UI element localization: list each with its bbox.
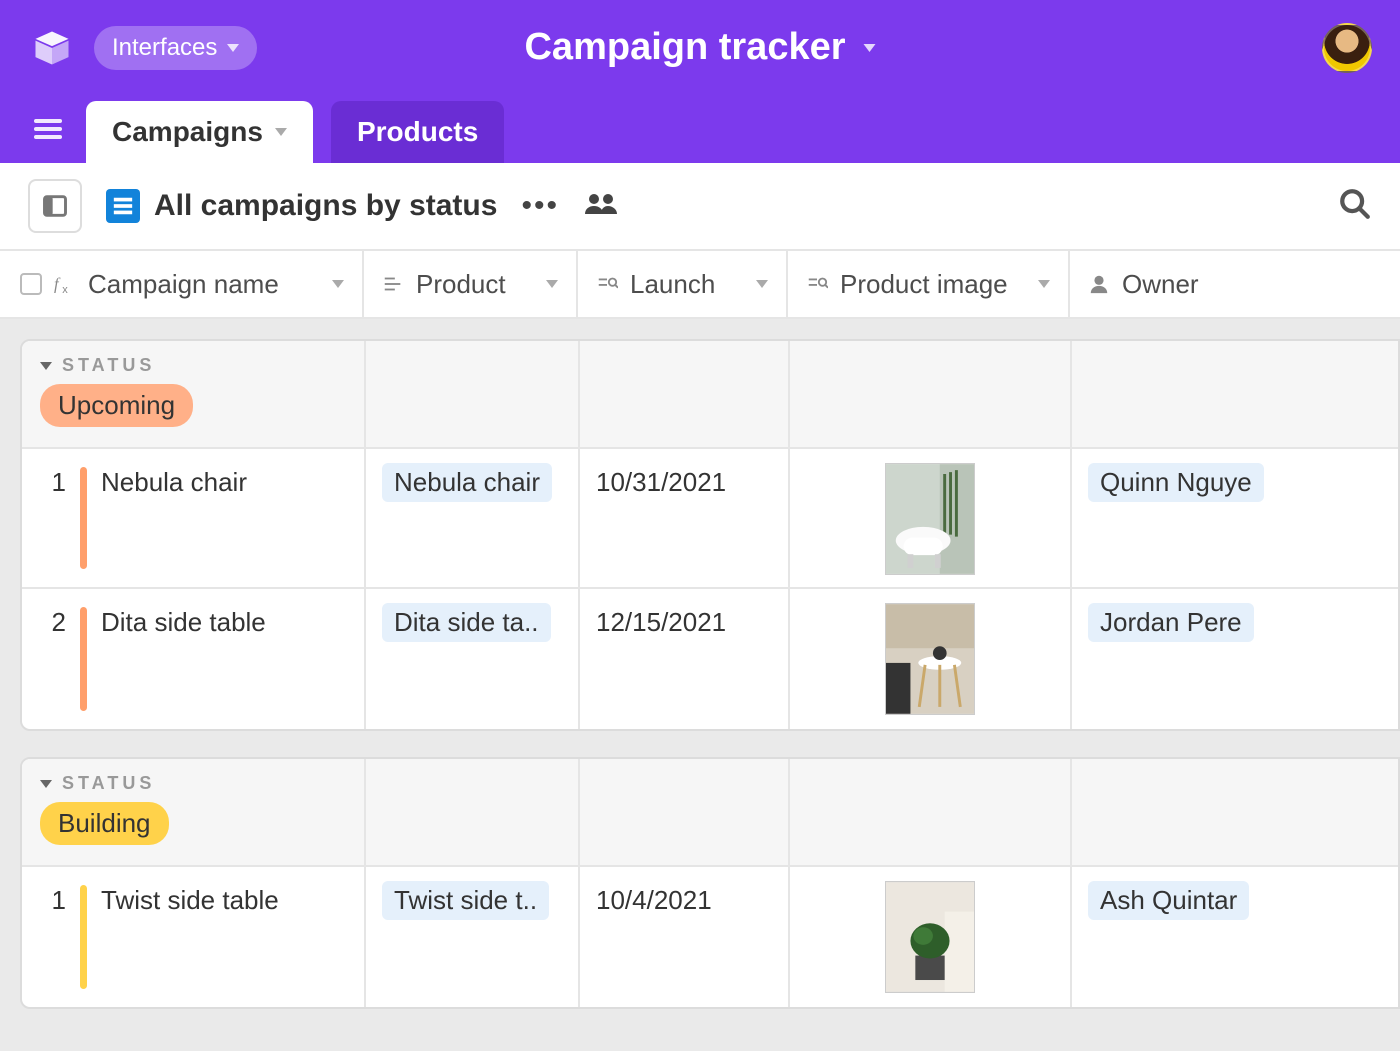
status-color-bar xyxy=(80,467,87,569)
cell-product-image[interactable] xyxy=(790,449,1072,587)
cell-product-image[interactable] xyxy=(790,589,1072,729)
grid-view-icon xyxy=(106,189,140,223)
grid-body: STATUS Upcoming 1 Nebula chair Nebula ch… xyxy=(0,319,1400,1051)
cell-product[interactable]: Dita side ta.. xyxy=(366,589,580,729)
linked-record-chip[interactable]: Twist side t.. xyxy=(382,881,549,920)
column-label: Product xyxy=(416,269,506,300)
chevron-down-icon xyxy=(275,128,287,136)
cell-campaign-name[interactable]: 1 Twist side table xyxy=(22,867,366,1007)
collaborator-chip[interactable]: Quinn Nguye xyxy=(1088,463,1264,502)
menu-button[interactable] xyxy=(28,109,68,149)
column-header-owner[interactable]: Owner xyxy=(1070,251,1400,317)
cell-product-image[interactable] xyxy=(790,867,1072,1007)
view-name: All campaigns by status xyxy=(154,189,497,223)
collapse-toggle-icon[interactable] xyxy=(40,780,52,788)
share-people-button[interactable] xyxy=(583,189,619,224)
group-field-label: STATUS xyxy=(62,355,155,376)
cell-owner[interactable]: Ash Quintar xyxy=(1072,867,1398,1007)
column-header-product-image[interactable]: Product image xyxy=(788,251,1070,317)
group-field-label: STATUS xyxy=(62,773,155,794)
interfaces-dropdown[interactable]: Interfaces xyxy=(94,26,257,70)
lookup-field-icon xyxy=(596,273,618,295)
link-field-icon xyxy=(382,273,404,295)
cell-campaign-name[interactable]: 1 Nebula chair xyxy=(22,449,366,587)
linked-record-chip[interactable]: Nebula chair xyxy=(382,463,552,502)
tab-campaigns[interactable]: Campaigns xyxy=(86,101,313,163)
image-thumbnail[interactable] xyxy=(885,463,975,575)
campaign-name-text: Dita side table xyxy=(101,603,266,638)
row-number: 1 xyxy=(38,881,66,916)
svg-text:f: f xyxy=(54,275,61,294)
tab-label: Products xyxy=(357,116,478,148)
column-header-launch[interactable]: Launch xyxy=(578,251,788,317)
tab-label: Campaigns xyxy=(112,116,263,148)
tabs-row: Campaigns Products xyxy=(0,95,1400,163)
formula-icon: fx xyxy=(54,273,76,295)
group-header[interactable]: STATUS Upcoming xyxy=(22,341,1398,449)
cell-product[interactable]: Twist side t.. xyxy=(366,867,580,1007)
campaign-name-text: Nebula chair xyxy=(101,463,247,498)
lookup-field-icon xyxy=(806,273,828,295)
status-color-bar xyxy=(80,607,87,711)
person-icon xyxy=(1088,273,1110,295)
chevron-down-icon[interactable] xyxy=(546,280,558,288)
user-avatar[interactable] xyxy=(1322,23,1372,73)
row-number: 2 xyxy=(38,603,66,638)
table-row[interactable]: 2 Dita side table Dita side ta.. 12/15/2… xyxy=(22,589,1398,729)
collapse-toggle-icon[interactable] xyxy=(40,362,52,370)
base-title-dropdown[interactable]: Campaign tracker xyxy=(524,26,875,69)
column-header-product[interactable]: Product xyxy=(364,251,578,317)
cell-launch-date[interactable]: 10/4/2021 xyxy=(580,867,790,1007)
column-label: Campaign name xyxy=(88,269,279,300)
app-logo-icon[interactable] xyxy=(28,24,76,72)
interfaces-label: Interfaces xyxy=(112,34,217,62)
table-row[interactable]: 1 Nebula chair Nebula chair 10/31/2021 Q… xyxy=(22,449,1398,589)
cell-campaign-name[interactable]: 2 Dita side table xyxy=(22,589,366,729)
record-group: STATUS Building 1 Twist side table Twist… xyxy=(20,757,1400,1009)
column-label: Launch xyxy=(630,269,715,300)
group-header[interactable]: STATUS Building xyxy=(22,759,1398,867)
campaign-name-text: Twist side table xyxy=(101,881,279,916)
select-all-checkbox[interactable] xyxy=(20,273,42,295)
group-status-pill: Building xyxy=(40,802,169,845)
chevron-down-icon[interactable] xyxy=(1038,280,1050,288)
column-header-campaign-name[interactable]: fx Campaign name xyxy=(0,251,364,317)
table-row[interactable]: 1 Twist side table Twist side t.. 10/4/2… xyxy=(22,867,1398,1007)
base-title: Campaign tracker xyxy=(524,26,845,69)
top-header: Interfaces Campaign tracker xyxy=(0,0,1400,95)
collaborator-chip[interactable]: Ash Quintar xyxy=(1088,881,1249,920)
view-switcher[interactable]: All campaigns by status xyxy=(106,189,497,223)
cell-owner[interactable]: Quinn Nguye xyxy=(1072,449,1398,587)
record-group: STATUS Upcoming 1 Nebula chair Nebula ch… xyxy=(20,339,1400,731)
more-options-button[interactable]: ••• xyxy=(521,189,559,223)
column-label: Product image xyxy=(840,269,1008,300)
chevron-down-icon[interactable] xyxy=(332,280,344,288)
linked-record-chip[interactable]: Dita side ta.. xyxy=(382,603,551,642)
cell-launch-date[interactable]: 10/31/2021 xyxy=(580,449,790,587)
chevron-down-icon[interactable] xyxy=(756,280,768,288)
image-thumbnail[interactable] xyxy=(885,603,975,715)
chevron-down-icon xyxy=(227,44,239,52)
cell-launch-date[interactable]: 12/15/2021 xyxy=(580,589,790,729)
column-label: Owner xyxy=(1122,269,1199,300)
group-status-pill: Upcoming xyxy=(40,384,193,427)
cell-product[interactable]: Nebula chair xyxy=(366,449,580,587)
cell-owner[interactable]: Jordan Pere xyxy=(1072,589,1398,729)
row-number: 1 xyxy=(38,463,66,498)
collaborator-chip[interactable]: Jordan Pere xyxy=(1088,603,1254,642)
sidebar-toggle-button[interactable] xyxy=(28,179,82,233)
search-button[interactable] xyxy=(1338,187,1372,226)
status-color-bar xyxy=(80,885,87,989)
svg-text:x: x xyxy=(62,284,68,295)
image-thumbnail[interactable] xyxy=(885,881,975,993)
column-header-row: fx Campaign name Product Launch Product … xyxy=(0,251,1400,319)
view-toolbar: All campaigns by status ••• xyxy=(0,163,1400,251)
tab-products[interactable]: Products xyxy=(331,101,504,163)
chevron-down-icon xyxy=(864,44,876,52)
